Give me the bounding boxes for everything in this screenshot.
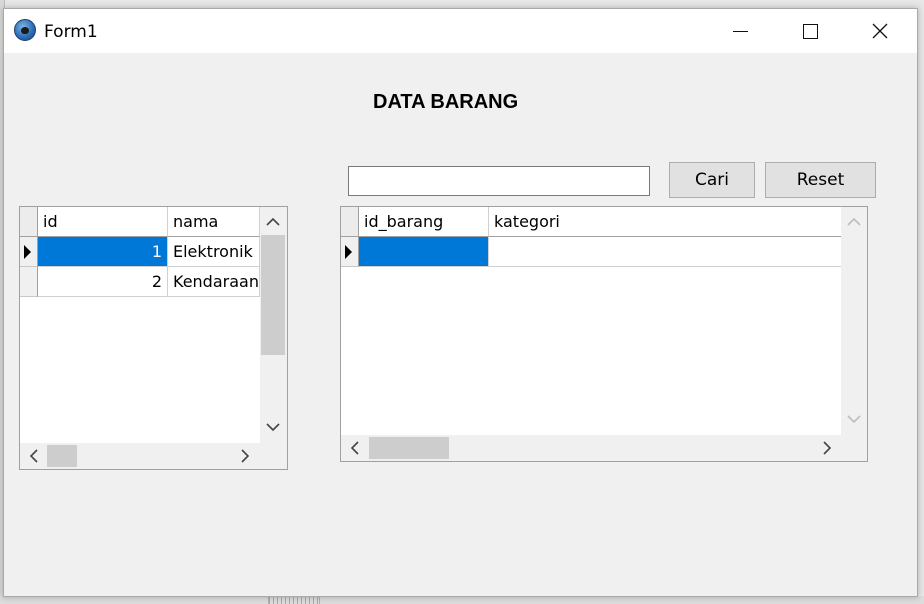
search-input[interactable] [348,166,650,196]
kategori-data-grid[interactable]: id nama 1 Elektronik 2 Kendaraan [19,206,288,470]
window-title: Form1 [44,22,98,42]
row-header[interactable] [341,237,359,267]
horizontal-scroll-thumb[interactable] [47,445,77,467]
row-selector-arrow-icon [24,245,31,259]
chevron-up-icon[interactable] [263,212,283,232]
close-icon [872,23,888,39]
vertical-scrollbar[interactable] [841,207,867,435]
background-window-bottom [0,596,924,604]
page-title: DATA BARANG [373,91,519,113]
minimize-icon [732,30,748,32]
minimize-button[interactable] [717,9,763,53]
chevron-left-icon[interactable] [24,446,44,466]
horizontal-scrollbar[interactable] [341,435,841,461]
cell-id[interactable]: 1 [38,237,168,267]
scrollbar-corner [260,443,287,469]
row-header[interactable] [20,267,38,297]
chevron-down-icon[interactable] [263,417,283,437]
scrollbar-corner [841,435,867,461]
row-header[interactable] [20,237,38,267]
reset-button[interactable]: Reset [765,162,876,198]
paw-app-icon[interactable] [14,19,36,41]
cell-id-barang[interactable] [359,237,489,267]
close-button[interactable] [857,9,903,53]
chevron-down-icon[interactable] [844,409,864,429]
row-selector-arrow-icon [345,245,352,259]
chevron-right-icon[interactable] [817,438,837,458]
cell-id[interactable]: 2 [38,267,168,297]
chevron-left-icon[interactable] [345,438,365,458]
cell-nama[interactable]: Kendaraan [168,267,260,297]
cari-button[interactable]: Cari [669,162,755,198]
column-header-nama[interactable]: nama [168,207,260,237]
maximize-button[interactable] [787,9,833,53]
barang-data-grid[interactable]: id_barang kategori [340,206,868,462]
background-ruler [268,596,320,604]
column-header-id[interactable]: id [38,207,168,237]
vertical-scrollbar[interactable] [260,207,287,443]
chevron-up-icon[interactable] [844,212,864,232]
title-bar[interactable]: Form1 [4,9,917,53]
column-header-id-barang[interactable]: id_barang [359,207,489,237]
cell-kategori[interactable] [489,237,841,267]
maximize-icon [802,23,818,39]
grid-corner-header[interactable] [341,207,359,237]
column-header-kategori[interactable]: kategori [489,207,841,237]
form-window: Form1 DATA BARANG Cari Reset id nama 1 E… [3,8,918,597]
grid-corner-header[interactable] [20,207,38,237]
horizontal-scrollbar[interactable] [20,443,260,469]
chevron-right-icon[interactable] [235,446,255,466]
vertical-scroll-thumb[interactable] [261,235,285,355]
horizontal-scroll-thumb[interactable] [369,437,449,459]
cell-nama[interactable]: Elektronik [168,237,260,267]
